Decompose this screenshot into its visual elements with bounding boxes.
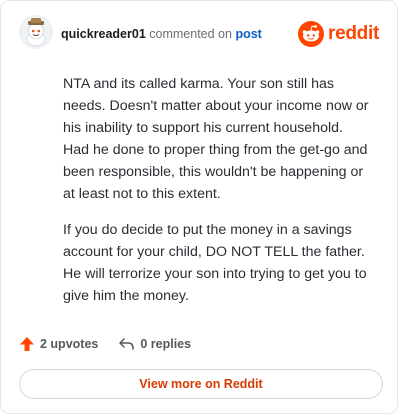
snoo-avatar-icon — [19, 15, 53, 49]
upvotes-count: 2 upvotes — [40, 337, 99, 351]
comment-header: quickreader01 commented on post reddit — [19, 15, 379, 51]
reddit-wordmark: reddit — [328, 23, 379, 44]
upvotes-stat[interactable]: 2 upvotes — [19, 336, 98, 352]
avatar[interactable] — [19, 15, 53, 49]
commented-on-label: commented on — [149, 27, 232, 41]
upvote-arrow-icon — [20, 337, 34, 351]
comment-body: NTA and its called karma. Your son still… — [63, 73, 371, 321]
replies-count: 0 replies — [140, 337, 192, 351]
comment-paragraph: NTA and its called karma. Your son still… — [63, 76, 369, 202]
reddit-brand[interactable]: reddit — [298, 21, 379, 47]
reddit-logo-icon — [298, 21, 325, 47]
comment-card: quickreader01 commented on post reddit N… — [0, 0, 398, 414]
replies-stat[interactable]: 0 replies — [118, 336, 191, 352]
comment-paragraph: If you do decide to put the money in a s… — [63, 222, 367, 304]
comment-meta: quickreader01 commented on post — [61, 26, 262, 42]
view-more-button[interactable]: View more on Reddit — [19, 369, 383, 399]
post-link[interactable]: post — [235, 27, 261, 41]
username-link[interactable]: quickreader01 — [61, 27, 146, 41]
reply-arrow-icon — [119, 338, 135, 350]
comment-stats: 2 upvotes 0 replies — [19, 334, 191, 354]
